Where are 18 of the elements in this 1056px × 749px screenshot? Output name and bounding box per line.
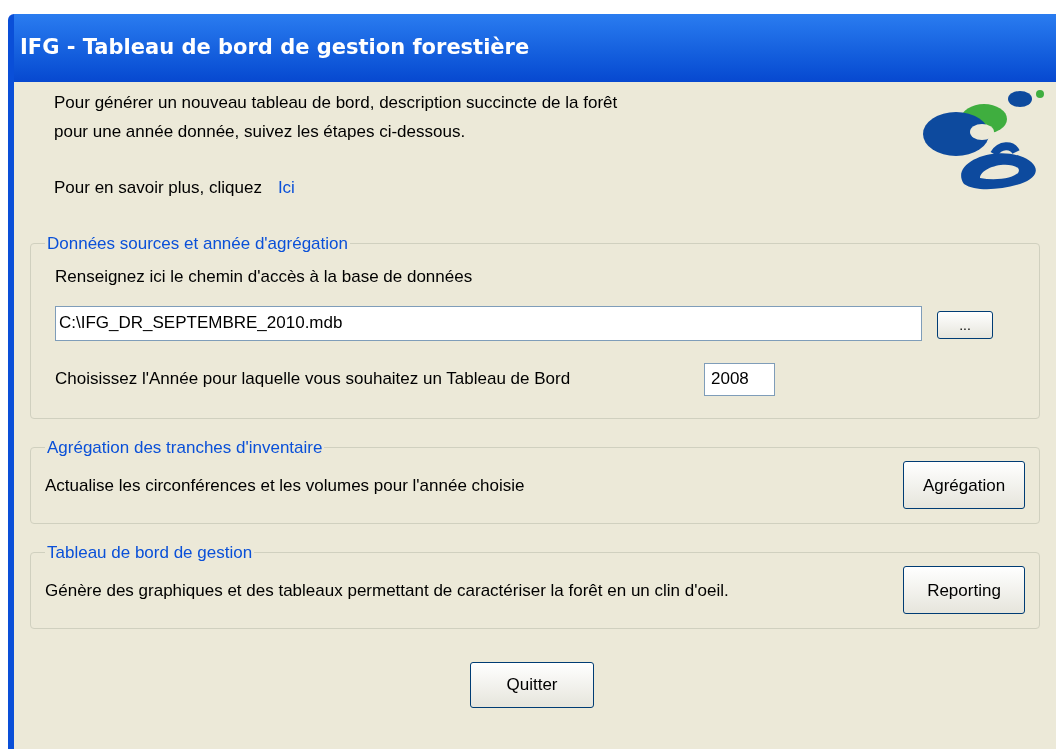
quit-button[interactable]: Quitter	[470, 661, 594, 708]
description-text: Actualise les circonférences et les volumes pour l'année choisie	[45, 474, 525, 497]
browse-button[interactable]: ...	[937, 311, 993, 339]
window-title: IFG - Tableau de bord de gestion forestière	[20, 34, 530, 62]
group-title: Tableau de bord de gestion	[46, 541, 254, 564]
group-title: Données sources et année d'agrégation	[46, 232, 349, 255]
description-text: Génère des graphiques et des tableaux permettant de caractériser la forêt en un clin d'oeil.	[45, 579, 729, 602]
intro-text: pour une année donnée, suivez les étapes ci-dessous.	[54, 120, 467, 143]
help-link[interactable]: Ici	[277, 175, 295, 201]
group-title: Agrégation des tranches d'inventaire	[46, 436, 324, 459]
action-button[interactable]: Reporting	[903, 566, 1025, 615]
intro-text: Pour générer un nouveau tableau de bord, description succincte de la forêt	[54, 92, 619, 114]
path-label: Renseignez ici le chemin d'accès à la base de données	[55, 266, 474, 288]
year-field[interactable]: 2008	[704, 362, 775, 396]
path-field[interactable]: C:\IFG_DR_SEPTEMBRE_2010.mdb	[55, 305, 922, 341]
year-label: Choisissez l'Année pour laquelle vous souhaitez un Tableau de Bord	[55, 368, 572, 391]
info-text: Pour en savoir plus, cliquez	[54, 177, 262, 199]
action-button[interactable]: Agrégation	[903, 461, 1025, 510]
